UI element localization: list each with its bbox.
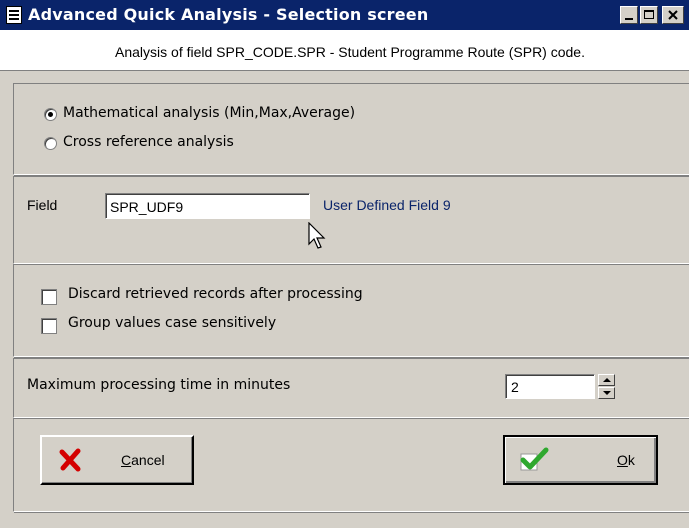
field-group (13, 176, 689, 265)
group-case-checkbox[interactable] (41, 318, 57, 334)
cancel-button-label: Cancel (121, 452, 165, 468)
max-time-label: Maximum processing time in minutes (27, 377, 291, 393)
radio-mathematical-label[interactable]: Mathematical analysis (Min,Max,Average) (63, 105, 355, 121)
options-group (13, 264, 689, 358)
green-checkmark-icon (520, 447, 549, 471)
radio-cross-reference-label[interactable]: Cross reference analysis (63, 134, 234, 150)
subtitle-text: Analysis of field SPR_CODE.SPR - Student… (115, 44, 585, 60)
analysis-type-group (13, 83, 689, 176)
ok-button-label: Ok (617, 452, 635, 468)
discard-records-label[interactable]: Discard retrieved records after processi… (68, 286, 363, 302)
cancel-button[interactable]: Cancel (40, 435, 194, 485)
group-case-label[interactable]: Group values case sensitively (68, 315, 276, 331)
dialog-window: Advanced Quick Analysis - Selection scre… (0, 0, 689, 528)
radio-mathematical[interactable] (44, 108, 57, 121)
field-input[interactable]: SPR_UDF9 (105, 193, 310, 219)
max-time-spinner (598, 374, 615, 399)
discard-records-checkbox[interactable] (41, 289, 57, 305)
radio-cross-reference[interactable] (44, 137, 57, 150)
spin-up-button[interactable] (598, 374, 615, 386)
ok-button[interactable]: Ok (503, 435, 658, 485)
minimize-button[interactable] (620, 6, 638, 24)
close-button[interactable] (662, 6, 684, 24)
mouse-pointer-icon (308, 222, 326, 249)
field-label: Field (27, 197, 58, 213)
field-description: User Defined Field 9 (323, 197, 451, 213)
spin-down-button[interactable] (598, 387, 615, 399)
title-bar[interactable]: Advanced Quick Analysis - Selection scre… (0, 0, 689, 30)
max-time-input[interactable]: 2 (505, 374, 595, 399)
subtitle-panel: Analysis of field SPR_CODE.SPR - Student… (0, 30, 689, 71)
window-title: Advanced Quick Analysis - Selection scre… (28, 5, 429, 24)
close-icon (668, 10, 678, 20)
app-document-icon[interactable] (6, 6, 22, 24)
red-cross-icon (59, 448, 81, 472)
maximize-button[interactable] (640, 6, 658, 24)
